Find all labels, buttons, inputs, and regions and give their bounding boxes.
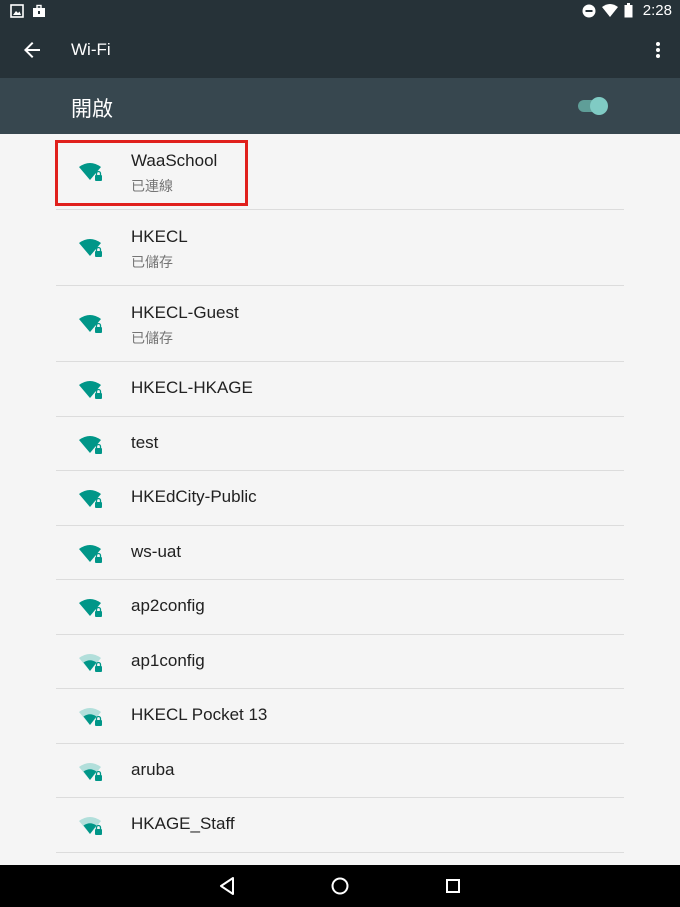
- network-item[interactable]: ap2config: [56, 580, 624, 635]
- wifi-signal-icon: [601, 4, 618, 17]
- wifi-lock-icon: [79, 708, 102, 726]
- network-name: ws-uat: [131, 541, 182, 561]
- network-name: ap2config: [131, 596, 205, 615]
- network-item[interactable]: ap1config: [56, 635, 624, 689]
- battery-icon: [624, 3, 633, 18]
- wifi-lock-icon: [79, 817, 102, 835]
- more-vert-icon[interactable]: [654, 38, 662, 62]
- do-not-disturb-icon: [582, 4, 596, 17]
- wifi-lock-icon: [79, 490, 102, 508]
- network-name: HKECL Pocket 13: [131, 705, 268, 724]
- page-title: Wi-Fi: [71, 40, 111, 59]
- status-bar: 2:28: [0, 0, 680, 22]
- clock: 2:28: [642, 2, 672, 19]
- home-nav-icon[interactable]: [330, 876, 350, 896]
- wifi-lock-icon: [79, 653, 102, 672]
- wifi-master-switch-bar[interactable]: 開啟: [0, 78, 680, 134]
- network-item[interactable]: HKECL 已儲存: [56, 210, 624, 286]
- network-name: WaaSchool: [131, 151, 218, 170]
- network-name: HKEdCity-Public: [131, 487, 257, 506]
- briefcase-icon: [33, 4, 45, 17]
- network-item[interactable]: HKECL-HKAGE: [56, 362, 624, 417]
- network-name: HKAGE_Staff: [131, 814, 235, 833]
- network-status: 已連線: [131, 179, 173, 195]
- network-list: WaaSchool 已連線 HKECL 已儲存 HKECL-Guest 已儲存 HKECL-…: [0, 134, 680, 865]
- network-name: test: [131, 432, 159, 452]
- network-item[interactable]: HKAGE_Staff: [56, 798, 624, 853]
- switch-label: 開啟: [71, 97, 113, 121]
- network-item[interactable]: HKEdCity-Public: [56, 471, 624, 526]
- network-item[interactable]: WaaSchool 已連線: [56, 134, 624, 210]
- network-item[interactable]: HKECL Pocket 13: [56, 689, 624, 744]
- network-item[interactable]: test: [56, 417, 624, 471]
- wifi-lock-icon: [79, 163, 102, 181]
- wifi-toggle[interactable]: [576, 97, 608, 115]
- back-nav-icon[interactable]: [218, 876, 236, 896]
- network-name: aruba: [131, 759, 175, 779]
- network-name: HKECL-HKAGE: [131, 378, 253, 397]
- app-bar: Wi-Fi: [0, 22, 680, 78]
- network-item[interactable]: ws-uat: [56, 526, 624, 580]
- recents-nav-icon[interactable]: [444, 876, 462, 896]
- toggle-thumb: [590, 97, 608, 115]
- network-item[interactable]: HKECL-Guest 已儲存: [56, 286, 624, 362]
- wifi-lock-icon: [79, 315, 102, 333]
- navigation-bar: [0, 865, 680, 907]
- wifi-lock-icon: [79, 381, 102, 399]
- wifi-lock-icon: [79, 239, 102, 257]
- network-status: 已儲存: [131, 331, 173, 347]
- network-name: HKECL: [131, 227, 188, 246]
- wifi-lock-icon: [79, 435, 102, 454]
- network-name: HKECL-Guest: [131, 303, 239, 322]
- network-name: ap1config: [131, 650, 205, 670]
- wifi-lock-icon: [79, 599, 102, 617]
- image-icon: [10, 4, 24, 18]
- network-status: 已儲存: [131, 255, 173, 271]
- wifi-lock-icon: [79, 762, 102, 781]
- arrow-back-icon[interactable]: [20, 38, 44, 62]
- network-item[interactable]: aruba: [56, 744, 624, 798]
- wifi-lock-icon: [79, 544, 102, 563]
